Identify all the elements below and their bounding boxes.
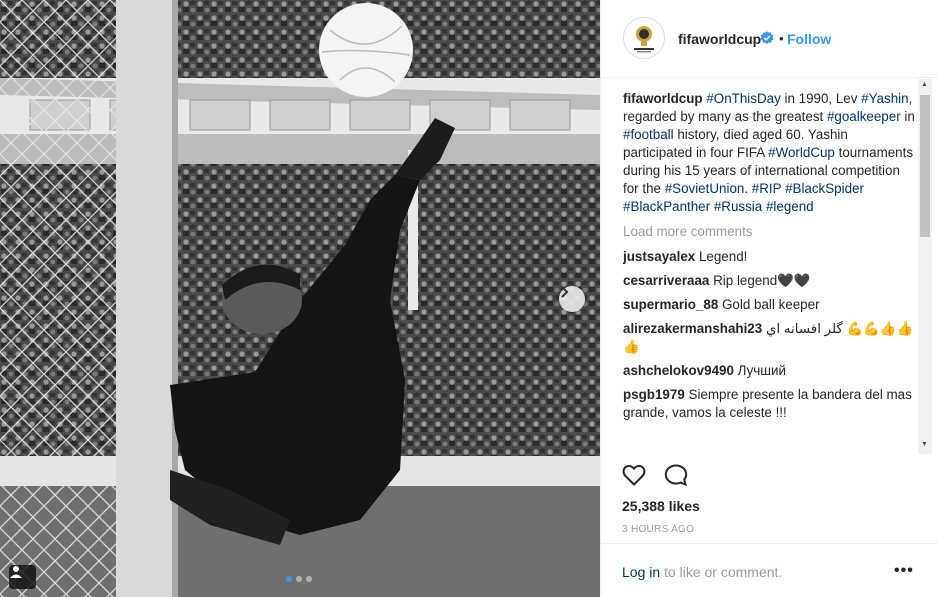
user-tag-icon[interactable] bbox=[9, 565, 36, 589]
hashtag-link[interactable]: #legend bbox=[766, 199, 814, 214]
hashtag-link[interactable]: #RIP bbox=[752, 181, 782, 196]
hashtag-link[interactable]: #goalkeeper bbox=[827, 109, 901, 124]
carousel-dot bbox=[286, 576, 292, 582]
hashtag-link[interactable]: #BlackSpider bbox=[785, 181, 864, 196]
post-sidebar: fifaworldcup • Follow fifaworldcup #OnTh… bbox=[600, 0, 938, 597]
comment: ashchelokov9490 Лучший bbox=[623, 362, 917, 380]
carousel-indicator bbox=[286, 576, 312, 582]
comment: supermario_88 Gold ball keeper bbox=[623, 296, 917, 314]
comment-text: Gold ball keeper bbox=[722, 297, 820, 312]
carousel-dot bbox=[306, 576, 312, 582]
comments-list[interactable]: fifaworldcup #OnThisDay in 1990, Lev #Ya… bbox=[623, 88, 917, 454]
comment-username[interactable]: supermario_88 bbox=[623, 297, 718, 312]
comment-username[interactable]: justsayalex bbox=[623, 249, 695, 264]
avatar[interactable] bbox=[623, 17, 665, 59]
post-header: fifaworldcup • Follow bbox=[601, 0, 938, 78]
caption-text: in 1990, Lev bbox=[780, 91, 862, 106]
comment-text: Лучший bbox=[737, 363, 786, 378]
chevron-right-icon[interactable] bbox=[559, 286, 585, 312]
hashtag-link[interactable]: #OnThisDay bbox=[706, 91, 780, 106]
hashtag-link[interactable]: #football bbox=[623, 127, 674, 142]
post-username[interactable]: fifaworldcup bbox=[678, 31, 761, 47]
scrollbar-thumb[interactable] bbox=[920, 95, 930, 237]
scroll-down-icon[interactable]: ▼ bbox=[921, 441, 928, 448]
hashtag-link[interactable]: #Yashin bbox=[861, 91, 908, 106]
load-more-comments[interactable]: Load more comments bbox=[623, 223, 917, 241]
comment-username[interactable]: cesarriveraaa bbox=[623, 273, 709, 288]
comment-text: Legend! bbox=[698, 249, 748, 264]
hashtag-link[interactable]: #SovietUnion bbox=[665, 181, 745, 196]
verified-badge-icon bbox=[760, 31, 774, 44]
comment-username[interactable]: alirezakermanshahi23 bbox=[623, 321, 762, 336]
comment-username[interactable]: psgb1979 bbox=[623, 387, 685, 402]
caption-text: . bbox=[744, 181, 752, 196]
caption-text: in bbox=[900, 109, 915, 124]
hashtag-link[interactable]: #Russia bbox=[714, 199, 762, 214]
scroll-up-icon[interactable]: ▲ bbox=[921, 81, 928, 88]
header-separator: • bbox=[779, 31, 784, 46]
hashtag-link[interactable]: #BlackPanther bbox=[623, 199, 710, 214]
carousel-dot bbox=[296, 576, 302, 582]
follow-button[interactable]: Follow bbox=[787, 31, 831, 47]
comment: justsayalex Legend! bbox=[623, 248, 917, 266]
comment: psgb1979 Siempre presente la bandera del… bbox=[623, 386, 917, 422]
post-caption: fifaworldcup #OnThisDay in 1990, Lev #Ya… bbox=[623, 90, 917, 216]
world-cup-logo-icon bbox=[634, 26, 654, 53]
comment: cesarriveraaa Rip legend🖤🖤 bbox=[623, 272, 917, 290]
comment-username[interactable]: ashchelokov9490 bbox=[623, 363, 734, 378]
comment-text: Rip legend🖤🖤 bbox=[713, 273, 811, 288]
caption-username[interactable]: fifaworldcup bbox=[623, 91, 703, 106]
comment: alirezakermanshahi23 گلر افسانه اي 💪💪👍👍👍 bbox=[623, 320, 917, 356]
post-photo[interactable] bbox=[0, 0, 600, 597]
goalkeeper-photo bbox=[0, 0, 600, 597]
hashtag-link[interactable]: #WorldCup bbox=[768, 145, 835, 160]
